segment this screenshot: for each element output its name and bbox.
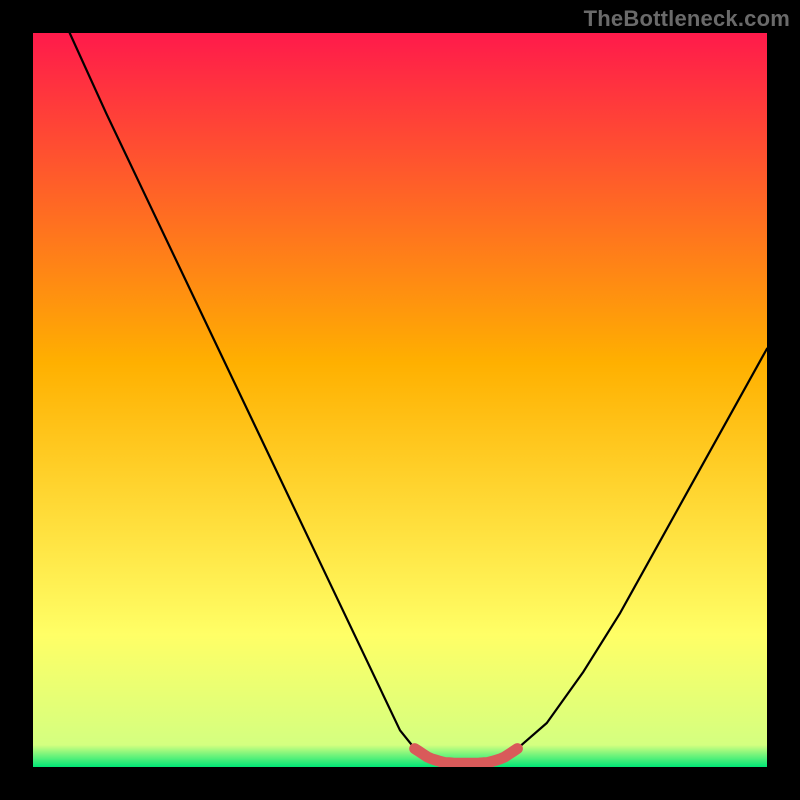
- watermark-text: TheBottleneck.com: [584, 6, 790, 32]
- chart-container: TheBottleneck.com: [0, 0, 800, 800]
- plot-area: [33, 33, 767, 767]
- gradient-background: [33, 33, 767, 767]
- chart-svg: [33, 33, 767, 767]
